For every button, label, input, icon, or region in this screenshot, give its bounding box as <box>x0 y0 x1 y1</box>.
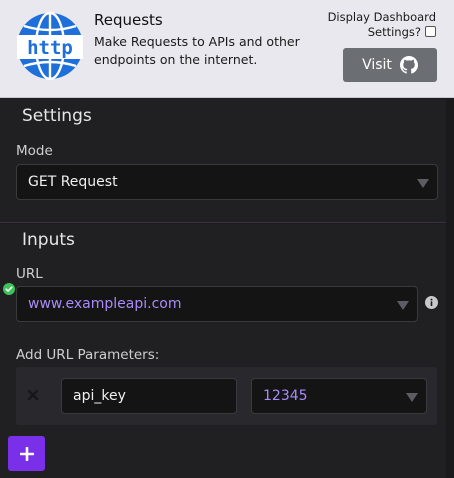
visit-button-label: Visit <box>362 57 392 73</box>
dashboard-label-line1: Display Dashboard <box>327 10 436 24</box>
url-input-value: www.exampleapi.com <box>28 296 182 312</box>
chevron-down-icon <box>406 393 418 402</box>
param-key-input[interactable]: api_key <box>61 378 237 414</box>
visit-button[interactable]: Visit <box>343 48 437 82</box>
plus-icon <box>19 446 34 461</box>
chevron-down-icon <box>417 179 429 188</box>
chevron-down-icon <box>397 301 409 310</box>
check-circle-icon <box>3 283 15 295</box>
close-icon[interactable] <box>27 389 39 401</box>
logo-text: http <box>27 37 73 59</box>
github-icon <box>399 56 418 74</box>
mode-label: Mode <box>16 143 53 159</box>
settings-section: Settings Mode GET Request <box>0 99 446 223</box>
param-value-value: 12345 <box>263 388 308 404</box>
url-label: URL <box>16 266 43 282</box>
requests-node-panel: http Requests Make Requests to APIs and … <box>0 0 454 478</box>
param-value-input[interactable]: 12345 <box>251 378 427 414</box>
inputs-section: Inputs URL Add URL Parameters: <box>0 224 446 478</box>
settings-title: Settings <box>22 106 92 126</box>
url-input[interactable]: www.exampleapi.com <box>16 286 418 322</box>
params-label: Add URL Parameters: <box>16 347 160 363</box>
inputs-title: Inputs <box>22 230 75 250</box>
mode-select[interactable]: GET Request <box>16 164 438 200</box>
node-header: http Requests Make Requests to APIs and … <box>0 0 454 98</box>
dashboard-settings-checkbox[interactable] <box>425 26 436 37</box>
dashboard-label-line2: Settings? <box>367 25 421 39</box>
node-description: Make Requests to APIs and other endpoint… <box>94 34 300 67</box>
mode-select-value: GET Request <box>28 174 118 190</box>
globe-http-icon: http <box>17 11 83 81</box>
param-key-value: api_key <box>73 388 126 404</box>
url-param-row: api_key 12345 <box>16 367 437 425</box>
dashboard-toggle-label: Display Dashboard Settings? <box>326 10 436 40</box>
add-param-button[interactable] <box>8 436 45 471</box>
info-icon[interactable] <box>425 296 438 309</box>
panel-edge <box>446 99 454 478</box>
node-title: Requests <box>94 11 163 29</box>
